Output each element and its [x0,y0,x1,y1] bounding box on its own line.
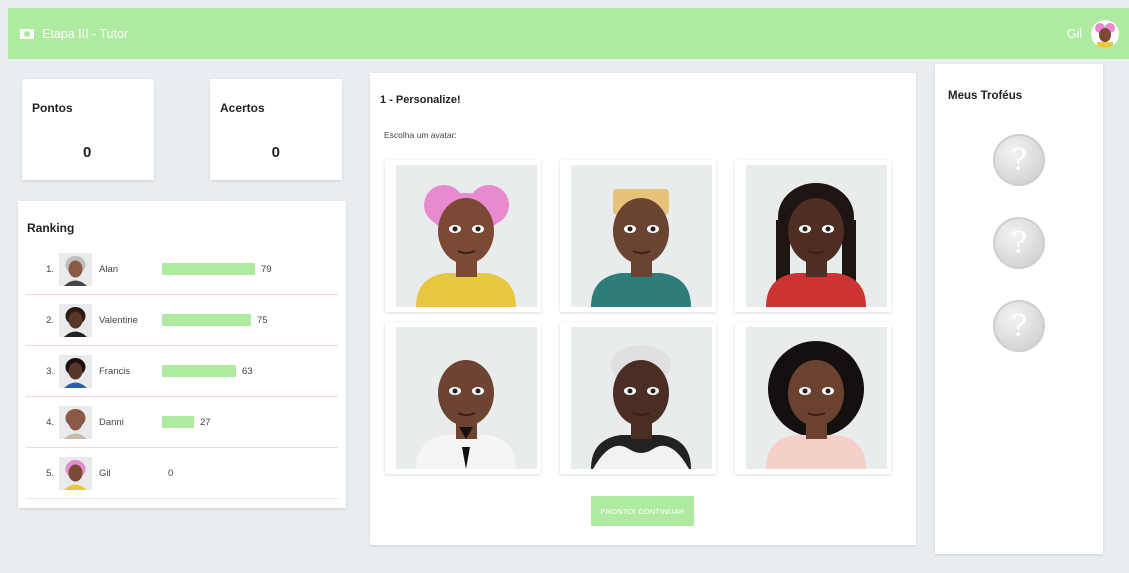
ranking-row: 5. Gil 0 [26,448,338,499]
ranking-avatar [59,354,92,388]
ranking-progress-bar [162,314,251,326]
avatar-prompt: Escolha um avatar: [384,130,457,140]
points-card: Pontos 0 [22,79,154,180]
ranking-score: 0 [168,467,174,479]
ranking-position: 1. [46,263,54,275]
ranking-position: 4. [46,416,54,428]
ranking-name: Gil [99,467,111,479]
avatar-image [571,165,712,307]
personalize-card: 1 - Personalize! Escolha um avatar: PRON… [370,73,916,545]
trophy-locked-icon: ? [993,134,1045,186]
points-label: Pontos [32,101,73,115]
avatar-image [396,327,537,469]
avatar-option[interactable] [560,160,716,312]
ranking-progress-bar [162,416,194,428]
trophy-locked-icon: ? [993,217,1045,269]
ranking-name: Alan [99,263,119,275]
ranking-avatar [59,252,92,286]
ranking-name: Francis [99,365,131,377]
avatar-option[interactable] [735,160,891,312]
trophy-locked-icon: ? [993,300,1045,352]
ranking-title: Ranking [27,221,75,235]
ranking-score: 27 [200,416,211,428]
app-brand[interactable]: Etapa III - Tutor [20,27,128,41]
ranking-position: 2. [46,314,54,326]
avatar-image [746,327,887,469]
app-title: Etapa III - Tutor [42,26,129,41]
trophies-title: Meus Troféus [948,90,1023,102]
ranking-position: 3. [46,365,54,377]
ranking-progress-bar [162,365,236,377]
ranking-progress-bar [162,263,255,275]
ranking-name: Valentine [99,314,138,326]
ticket-icon [20,28,34,39]
ranking-score: 79 [261,263,272,275]
avatar-option[interactable] [385,160,541,312]
points-value: 0 [83,144,92,161]
ranking-name: Danni [99,416,124,428]
ranking-score: 63 [242,365,253,377]
ranking-position: 5. [46,467,54,479]
avatar-option[interactable] [560,322,716,474]
user-name: Gil [1066,26,1082,41]
ranking-avatar [59,456,92,490]
user-menu[interactable]: Gil [1066,19,1119,48]
avatar-image [746,165,887,307]
top-bar: Etapa III - Tutor Gil [8,8,1129,59]
hits-label: Acertos [220,101,265,115]
ranking-row: 4. Danni 27 [26,397,338,448]
continue-button[interactable]: PRONTO! CONTINUAR [591,496,694,526]
trophies-card: Meus Troféus ? ? ? [935,64,1103,554]
ranking-score: 75 [257,314,268,326]
ranking-row: 1. Alan 79 [26,244,338,295]
ranking-row: 2. Valentine 75 [26,295,338,346]
ranking-row: 3. Francis 63 [26,346,338,397]
user-avatar[interactable] [1091,19,1119,48]
ranking-avatar [59,303,92,337]
hits-value: 0 [271,144,280,161]
hits-card: Acertos 0 [210,79,342,180]
section-title: 1 - Personalize! [380,94,461,106]
avatar-image [571,327,712,469]
avatar-option[interactable] [385,322,541,474]
avatar-option[interactable] [735,322,891,474]
ranking-card: Ranking 1. Alan 79 2. Valentine 75 3. Fr… [18,201,346,508]
ranking-avatar [59,405,92,439]
avatar-image [396,165,537,307]
